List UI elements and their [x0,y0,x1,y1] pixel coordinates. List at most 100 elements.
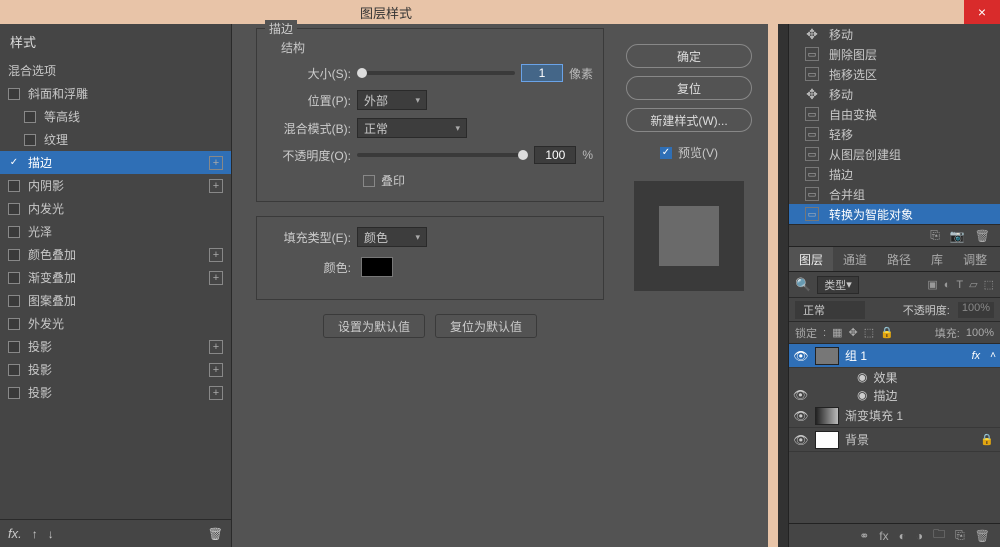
link-layers-icon[interactable]: ⚭ [859,529,869,543]
layer-filter-dropdown[interactable]: 类型 ▾ [817,276,859,294]
style-row-1[interactable]: 等高线 [0,105,231,128]
add-effect-icon[interactable]: + [209,156,223,170]
style-row-10[interactable]: 外发光 [0,312,231,335]
layer-blend-dropdown[interactable]: 正常 [795,301,865,319]
set-default-button[interactable]: 设置为默认值 [323,314,425,338]
effect-checkbox[interactable]: ✓ [8,157,20,169]
panel-tab-2[interactable]: 路径 [877,247,921,271]
history-row-3[interactable]: ✥移动 [789,84,1000,104]
chevron-up-icon[interactable]: ˄ [990,350,996,361]
overprint-checkbox[interactable]: 叠印 [363,172,593,189]
new-style-button[interactable]: 新建样式(W)... [626,108,752,132]
style-row-7[interactable]: 颜色叠加+ [0,243,231,266]
arrow-up-icon[interactable]: ↑ [32,527,38,541]
effect-checkbox[interactable] [8,249,20,261]
close-button[interactable]: × [964,0,1000,24]
add-effect-icon[interactable]: + [209,179,223,193]
effect-checkbox[interactable] [24,111,36,123]
fill-value[interactable]: 100% [966,327,994,339]
opacity-slider[interactable] [357,153,528,157]
style-row-12[interactable]: 投影+ [0,358,231,381]
lock-all-icon[interactable]: 🔒 [880,326,894,339]
style-row-4[interactable]: 内阴影+ [0,174,231,197]
reset-default-button[interactable]: 复位为默认值 [435,314,537,338]
history-row-0[interactable]: ✥移动 [789,24,1000,44]
layer-effect-sub[interactable]: ◉效果 [789,368,1000,386]
add-effect-icon[interactable]: + [209,386,223,400]
size-slider[interactable] [357,71,515,75]
position-dropdown[interactable]: 外部▾ [357,90,427,110]
style-row-5[interactable]: 内发光 [0,197,231,220]
search-icon[interactable]: 🔍 [795,277,811,293]
visibility-icon[interactable]: 👁 [793,388,809,402]
style-row-13[interactable]: 投影+ [0,381,231,404]
panel-tab-4[interactable]: 调整 [953,247,997,271]
layer-mask-icon[interactable]: ◐ [899,529,906,543]
history-row-6[interactable]: ▭从图层创建组 [789,144,1000,164]
layer-fx-badge[interactable]: fx [972,350,981,362]
lock-pixel-icon[interactable]: ▦ [832,326,842,339]
layer-row-0[interactable]: 👁组 1fx˄ [789,344,1000,368]
style-row-2[interactable]: 纹理 [0,128,231,151]
history-row-2[interactable]: ▭拖移选区 [789,64,1000,84]
layer-opacity-value[interactable]: 100% [958,302,994,318]
size-input[interactable]: 1 [521,64,563,82]
history-row-4[interactable]: ▭自由变换 [789,104,1000,124]
history-row-9[interactable]: ▭转换为智能对象 [789,204,1000,224]
group-icon[interactable]: 🗀 [933,525,945,546]
effect-checkbox[interactable] [8,341,20,353]
style-row-9[interactable]: 图案叠加 [0,289,231,312]
panel-tab-1[interactable]: 通道 [833,247,877,271]
new-layer-icon[interactable]: ⎘ [955,528,965,543]
blend-options-row[interactable]: 混合选项 [0,59,231,82]
opacity-input[interactable]: 100 [534,146,576,164]
add-effect-icon[interactable]: + [209,363,223,377]
add-effect-icon[interactable]: + [209,248,223,262]
stroke-color-swatch[interactable] [361,257,393,277]
effect-checkbox[interactable] [8,88,20,100]
arrow-down-icon[interactable]: ↓ [48,527,54,541]
history-row-5[interactable]: ▭轻移 [789,124,1000,144]
history-trash-icon[interactable]: 🗑 [975,229,990,243]
blendmode-dropdown[interactable]: 正常▾ [357,118,467,138]
filter-smart-icon[interactable]: ⬚ [984,278,994,291]
delete-layer-icon[interactable]: 🗑 [975,529,990,543]
layer-row-4[interactable]: 👁背景🔒 [789,428,1000,452]
effect-checkbox[interactable] [8,364,20,376]
preview-checkbox[interactable]: ✓ 预览(V) [660,144,718,161]
style-row-11[interactable]: 投影+ [0,335,231,358]
effect-checkbox[interactable] [8,180,20,192]
style-row-8[interactable]: 渐变叠加+ [0,266,231,289]
filter-adjust-icon[interactable]: ◐ [944,279,951,291]
add-effect-icon[interactable]: + [209,271,223,285]
ok-button[interactable]: 确定 [626,44,752,68]
effect-checkbox[interactable] [8,226,20,238]
visibility-icon[interactable]: 👁 [793,409,809,423]
panel-tab-3[interactable]: 库 [921,247,953,271]
filter-pixel-icon[interactable]: ▣ [927,278,937,291]
add-effect-icon[interactable]: + [209,340,223,354]
effect-checkbox[interactable] [8,295,20,307]
effect-checkbox[interactable] [8,203,20,215]
history-snapshot-icon[interactable]: 📷 [950,229,965,243]
visibility-icon[interactable]: 👁 [793,349,809,363]
layer-style-icon[interactable]: fx [879,529,888,543]
lock-artboard-icon[interactable]: ⬚ [864,326,874,339]
effect-checkbox[interactable] [8,387,20,399]
fx-menu-icon[interactable]: fx. [8,526,22,541]
filter-shape-icon[interactable]: ▱ [969,278,977,291]
visibility-icon[interactable]: 👁 [793,433,809,447]
effect-checkbox[interactable] [24,134,36,146]
filter-type-icon[interactable]: T [956,279,963,291]
trash-icon[interactable]: 🗑 [208,527,223,541]
style-row-6[interactable]: 光泽 [0,220,231,243]
history-new-doc-icon[interactable]: ⎘ [930,228,940,243]
history-row-8[interactable]: ▭合并组 [789,184,1000,204]
lock-position-icon[interactable]: ✥ [848,326,857,339]
filltype-dropdown[interactable]: 颜色▾ [357,227,427,247]
reset-button[interactable]: 复位 [626,76,752,100]
panel-tab-0[interactable]: 图层 [789,247,833,271]
layer-effect-sub[interactable]: 👁◉描边 [789,386,1000,404]
layer-row-3[interactable]: 👁渐变填充 1 [789,404,1000,428]
style-row-3[interactable]: ✓描边+ [0,151,231,174]
